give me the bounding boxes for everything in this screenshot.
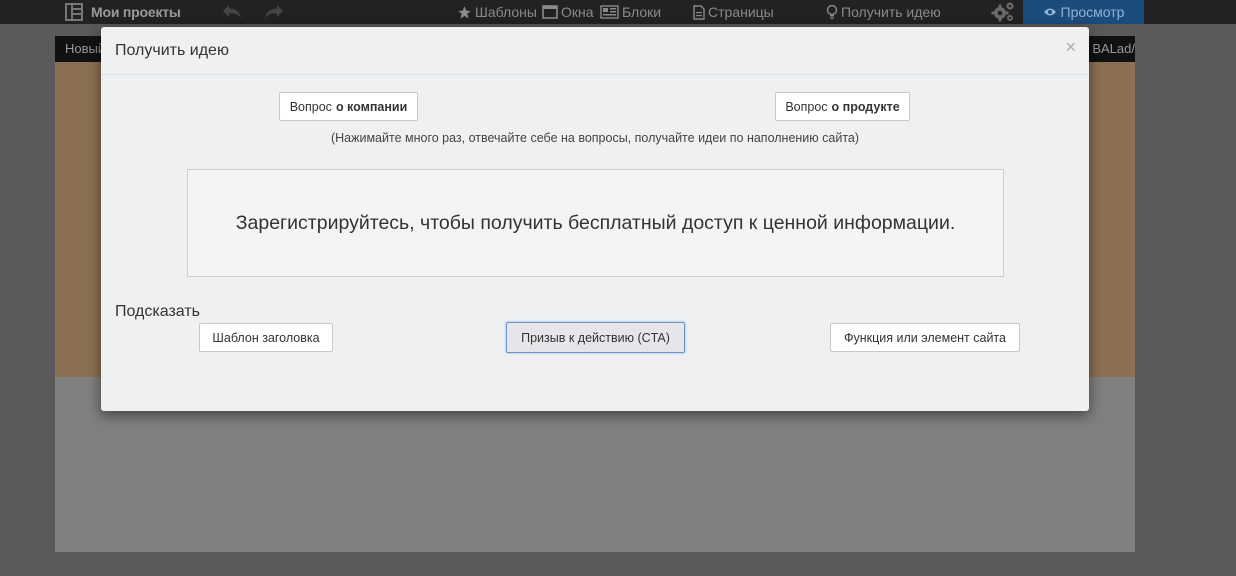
windows-label: Окна bbox=[561, 4, 594, 20]
settings-menu[interactable] bbox=[991, 0, 1015, 24]
pages-menu[interactable]: Страницы bbox=[693, 0, 774, 24]
question-product-button[interactable]: Вопрос о продукте bbox=[775, 92, 910, 121]
blocks-icon bbox=[600, 5, 619, 19]
layout-icon[interactable] bbox=[64, 2, 84, 22]
idea-box: Зарегистрируйтесь, чтобы получить беспла… bbox=[187, 169, 1004, 277]
blocks-menu[interactable]: Блоки bbox=[600, 0, 661, 24]
star-icon bbox=[458, 5, 471, 18]
get-idea-modal: Получить идею × Вопрос о компании Вопрос о… bbox=[101, 27, 1089, 411]
pages-label: Страницы bbox=[708, 4, 774, 20]
page-icon bbox=[693, 4, 705, 20]
preview-button[interactable]: Просмотр bbox=[1023, 0, 1144, 24]
get-idea-label: Получить идею bbox=[841, 4, 941, 20]
suggest-heading-button[interactable]: Шаблон заголовка bbox=[199, 323, 333, 352]
question-company-bold: о компании bbox=[335, 99, 408, 114]
templates-menu[interactable]: Шаблоны bbox=[457, 0, 537, 24]
question-company-prefix: Вопрос bbox=[289, 99, 332, 114]
templates-label: Шаблоны bbox=[475, 4, 537, 20]
modal-header: Получить идею × bbox=[101, 27, 1089, 75]
suggest-label: Подсказать bbox=[115, 303, 200, 320]
gears-icon bbox=[991, 2, 1014, 22]
blocks-label: Блоки bbox=[622, 4, 662, 20]
lightbulb-icon bbox=[826, 4, 838, 19]
question-company-button[interactable]: Вопрос о компании bbox=[279, 92, 418, 121]
close-icon[interactable]: × bbox=[1065, 37, 1076, 58]
hint-text: (Нажимайте много раз, отвечайте себе на … bbox=[330, 131, 860, 145]
get-idea-menu[interactable]: Получить идею bbox=[826, 0, 941, 24]
top-toolbar: Мои проекты Шаблоны Окна Блоки Страницы … bbox=[0, 0, 1236, 24]
modal-title: Получить идею bbox=[115, 42, 229, 59]
redo-icon[interactable] bbox=[262, 2, 286, 22]
question-product-bold: о продукте bbox=[831, 99, 900, 114]
preview-label: Просмотр bbox=[1060, 4, 1125, 20]
eye-icon bbox=[1043, 8, 1056, 16]
my-projects-link[interactable]: Мои проекты bbox=[91, 0, 181, 24]
window-icon bbox=[542, 5, 558, 19]
page-path-right: BALad/ bbox=[1092, 41, 1135, 56]
suggest-cta-button[interactable]: Призыв к действию (CTA) bbox=[506, 322, 685, 353]
suggest-feature-button[interactable]: Функция или элемент сайта bbox=[830, 323, 1020, 352]
windows-menu[interactable]: Окна bbox=[542, 0, 594, 24]
page-path-left: Новый bbox=[65, 41, 106, 56]
undo-icon[interactable] bbox=[220, 2, 244, 22]
idea-text: Зарегистрируйтесь, чтобы получить беспла… bbox=[235, 211, 956, 234]
question-product-prefix: Вопрос bbox=[785, 99, 828, 114]
